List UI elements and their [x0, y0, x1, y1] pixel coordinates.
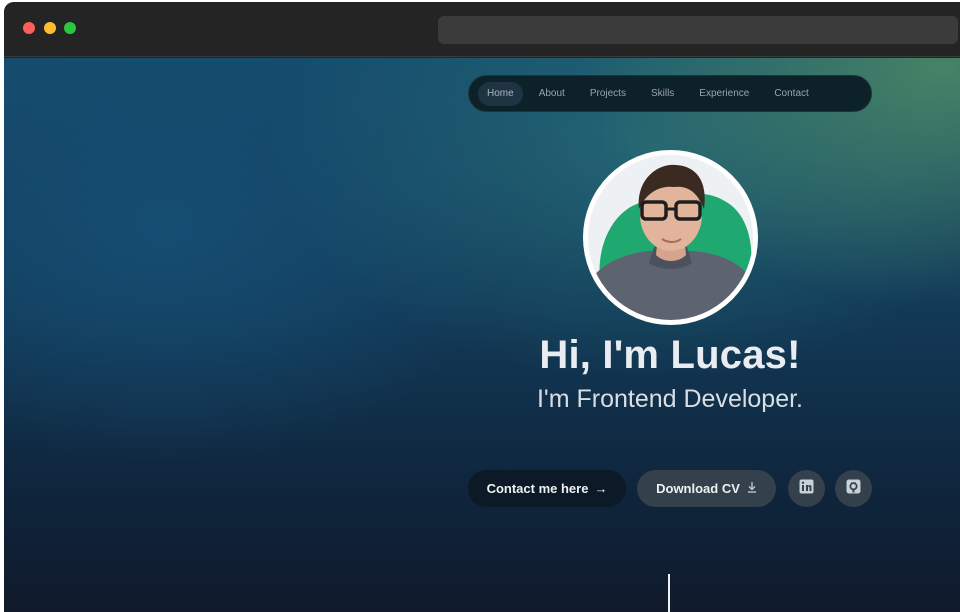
- hero-title: Hi, I'm Lucas!: [539, 333, 801, 377]
- download-cv-button[interactable]: Download CV: [637, 470, 776, 507]
- portrait-illustration: [588, 155, 753, 320]
- linkedin-button[interactable]: [788, 470, 825, 507]
- linkedin-icon: [799, 479, 814, 499]
- avatar-photo: [588, 155, 753, 320]
- contact-button-label: Contact me here: [486, 481, 589, 496]
- github-icon: [846, 479, 861, 499]
- nav-item-projects[interactable]: Projects: [581, 82, 635, 106]
- nav-item-skills[interactable]: Skills: [642, 82, 683, 106]
- scroll-indicator: [668, 574, 670, 612]
- contact-me-button[interactable]: Contact me here →: [468, 470, 626, 507]
- maximize-window-button[interactable]: [64, 22, 76, 34]
- address-bar[interactable]: [438, 16, 958, 44]
- page-viewport: Home About Projects Skills Experience Co…: [4, 58, 960, 612]
- arrow-right-icon: →: [594, 481, 608, 496]
- minimize-window-button[interactable]: [44, 22, 56, 34]
- avatar: [583, 150, 758, 325]
- nav-item-home[interactable]: Home: [478, 81, 523, 106]
- nav-item-contact[interactable]: Contact: [765, 82, 817, 106]
- nav-item-experience[interactable]: Experience: [690, 82, 758, 106]
- close-window-button[interactable]: [23, 22, 35, 34]
- nav-item-about[interactable]: About: [530, 82, 574, 106]
- download-button-label: Download CV: [656, 481, 740, 496]
- browser-window: Home About Projects Skills Experience Co…: [4, 2, 960, 612]
- title-bar: [4, 2, 960, 57]
- main-nav: Home About Projects Skills Experience Co…: [468, 75, 872, 112]
- github-button[interactable]: [835, 470, 872, 507]
- download-icon: [747, 481, 757, 496]
- hero-subtitle: I'm Frontend Developer.: [536, 385, 803, 413]
